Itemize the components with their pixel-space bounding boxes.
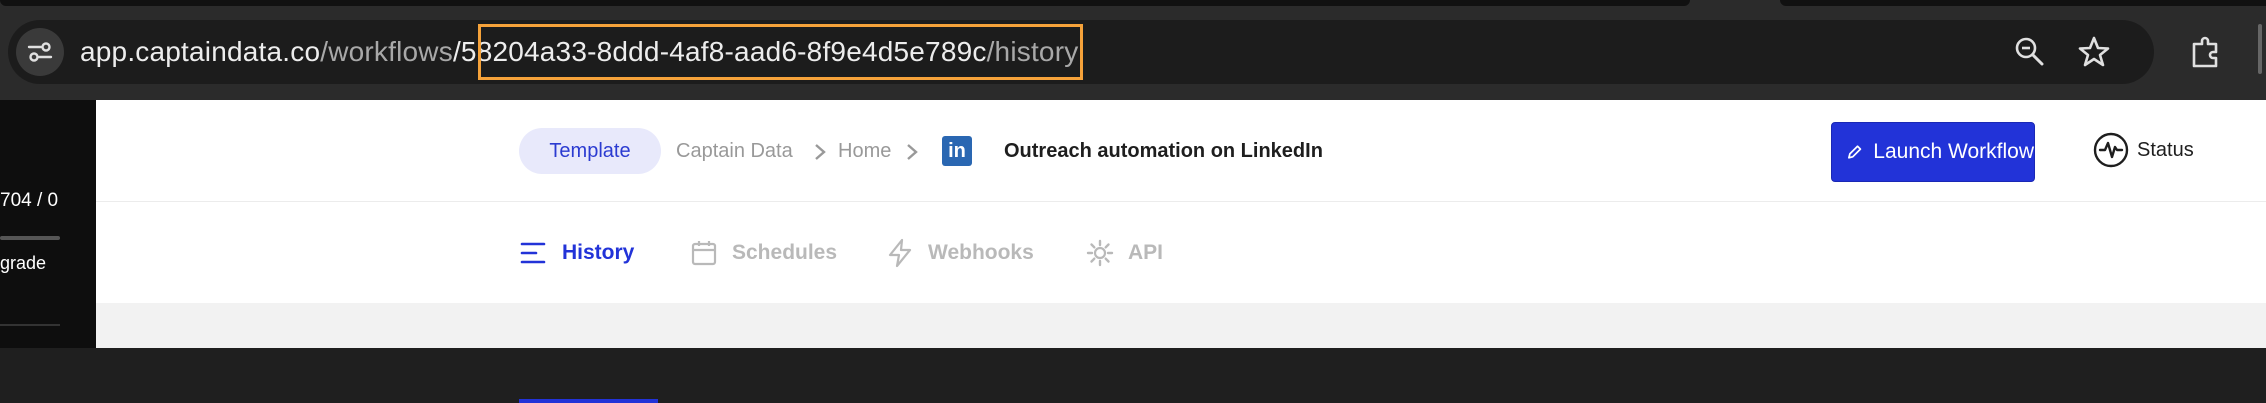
url-path-workflows: /workflows	[320, 36, 453, 67]
tab-webhooks[interactable]: Webhooks	[886, 203, 1034, 303]
tab-webhooks-label: Webhooks	[928, 241, 1034, 264]
workflow-title: Outreach automation on LinkedIn	[1004, 140, 1323, 162]
sidebar-divider	[0, 324, 60, 326]
active-tab-indicator	[519, 399, 658, 403]
usage-counter: 704 / 0	[0, 190, 59, 211]
tab-schedules-label: Schedules	[732, 241, 838, 264]
address-bar[interactable]: app.captaindata.co/workflows/58204a33-8d…	[8, 20, 2154, 84]
tab-history-label: History	[562, 241, 635, 264]
launch-workflow-label: Launch Workflow	[1873, 140, 2034, 163]
app-sidebar: 704 / 0 grade	[0, 100, 96, 348]
list-icon	[520, 242, 546, 264]
pencil-icon	[1848, 145, 1862, 159]
site-info-icon[interactable]	[16, 28, 64, 76]
url-host: app.captaindata.co	[80, 36, 321, 67]
breadcrumb-captain-data[interactable]: Captain Data	[676, 140, 793, 163]
chevron-right-icon	[815, 144, 826, 160]
status-button[interactable]: Status	[2093, 132, 2194, 168]
calendar-icon	[691, 241, 717, 266]
status-label: Status	[2137, 138, 2194, 161]
chevron-right-icon	[907, 144, 918, 160]
template-badge[interactable]: Template	[519, 128, 661, 174]
linkedin-icon: in	[942, 136, 972, 166]
url-highlight-box	[478, 24, 1083, 80]
launch-workflow-button[interactable]: Launch Workflow	[1831, 122, 2035, 182]
activity-icon	[2093, 132, 2129, 168]
main-content: Template Captain Data Home in Outreach a…	[96, 100, 2266, 403]
usage-bar	[0, 236, 60, 240]
extensions-icon[interactable]	[2186, 32, 2226, 72]
tab-strip	[0, 0, 1690, 6]
tab-api-label: API	[1128, 241, 1164, 264]
page-body	[96, 303, 2266, 348]
zoom-icon[interactable]	[2012, 34, 2048, 70]
tab-schedules[interactable]: Schedules	[690, 203, 837, 303]
workflow-tabs: History Schedules Webhooks API	[96, 203, 2266, 403]
window-edge	[2258, 24, 2262, 74]
tab-history[interactable]: History	[520, 203, 634, 303]
breadcrumb-home[interactable]: Home	[838, 140, 891, 163]
tab-strip-right	[1780, 0, 2266, 6]
lightning-icon	[888, 238, 912, 268]
browser-toolbar: app.captaindata.co/workflows/58204a33-8d…	[0, 0, 2266, 100]
gear-icon	[1086, 239, 1114, 267]
upgrade-link[interactable]: grade	[0, 253, 46, 274]
bookmark-star-icon[interactable]	[2076, 34, 2112, 70]
workflow-header: Template Captain Data Home in Outreach a…	[96, 100, 2266, 202]
tab-api[interactable]: API	[1086, 203, 1163, 303]
